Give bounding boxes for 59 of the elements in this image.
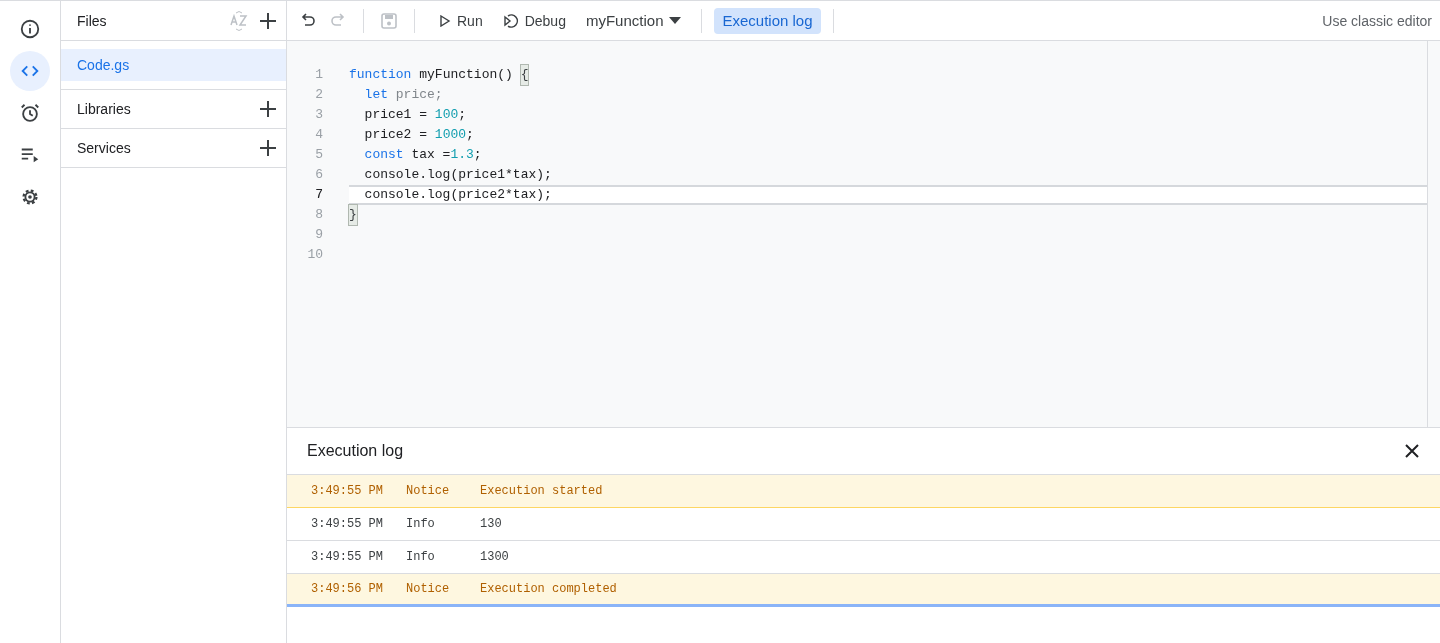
code-token: console.log(price2*tax);	[363, 186, 552, 205]
log-time: 3:49:55 PM	[311, 516, 384, 533]
log-level: Notice	[406, 581, 451, 598]
add-icon[interactable]	[258, 138, 278, 158]
code-token: console.log(price1*tax);	[363, 166, 552, 185]
debug-icon	[502, 12, 519, 29]
code-token: ;	[473, 146, 482, 165]
classic-editor-link[interactable]: Use classic editor	[1322, 10, 1432, 31]
line-number: 4	[314, 126, 323, 145]
function-dropdown[interactable]: myFunction	[577, 4, 690, 37]
log-message: 1300	[480, 549, 509, 566]
line-number: 10	[306, 246, 323, 265]
line-number: 5	[314, 146, 323, 165]
code-token: myFunction()	[418, 66, 514, 85]
dropdown-caret-icon	[669, 16, 682, 25]
play-icon	[439, 14, 451, 27]
log-message: Execution completed	[480, 581, 617, 598]
code-token: ;	[466, 126, 474, 145]
line-number: 8	[314, 206, 323, 225]
line-number: 1	[314, 66, 323, 85]
code-token: 100	[434, 106, 459, 125]
code-token: tax =	[410, 146, 451, 165]
add-icon[interactable]	[258, 10, 278, 31]
code-token: 1000	[434, 126, 467, 145]
debug-button[interactable]: Debug	[494, 4, 574, 37]
code-token: const	[363, 146, 404, 165]
log-level: Notice	[406, 483, 451, 500]
panel-title: Files	[77, 11, 108, 31]
section-title[interactable]: Libraries	[77, 99, 258, 119]
line-number: 2	[314, 86, 323, 105]
file-item[interactable]: Code.gs	[61, 49, 286, 81]
line-number: 7	[314, 186, 323, 205]
line-number: 9	[314, 226, 323, 245]
close-icon[interactable]	[1404, 443, 1420, 459]
run-button[interactable]: Run	[431, 4, 491, 37]
line-number: 3	[314, 106, 323, 125]
code-token: price;	[394, 86, 443, 105]
log-message: Execution started	[480, 483, 603, 500]
code-token: price1 =	[363, 106, 428, 125]
log-time: 3:49:55 PM	[311, 549, 384, 566]
add-icon[interactable]	[258, 99, 278, 119]
code-token: price2 =	[363, 126, 428, 145]
log-title: Execution log	[307, 441, 405, 461]
code-token: let	[363, 86, 388, 105]
log-time: 3:49:55 PM	[311, 483, 384, 500]
code-token: ;	[458, 106, 467, 125]
alarm-clock-icon	[19, 102, 41, 124]
code-token: {	[520, 65, 529, 85]
section-title[interactable]: Services	[77, 138, 258, 158]
execution-log-button[interactable]: Execution log	[714, 7, 821, 34]
log-time: 3:49:56 PM	[311, 581, 384, 598]
code-token: }	[349, 205, 357, 225]
log-level: Info	[406, 516, 436, 533]
log-message: 130	[480, 516, 502, 533]
log-level: Info	[406, 549, 436, 566]
code-token: function	[349, 66, 412, 85]
info-icon	[19, 18, 41, 40]
line-number: 6	[314, 166, 323, 185]
code-token: 1.3	[450, 146, 474, 165]
